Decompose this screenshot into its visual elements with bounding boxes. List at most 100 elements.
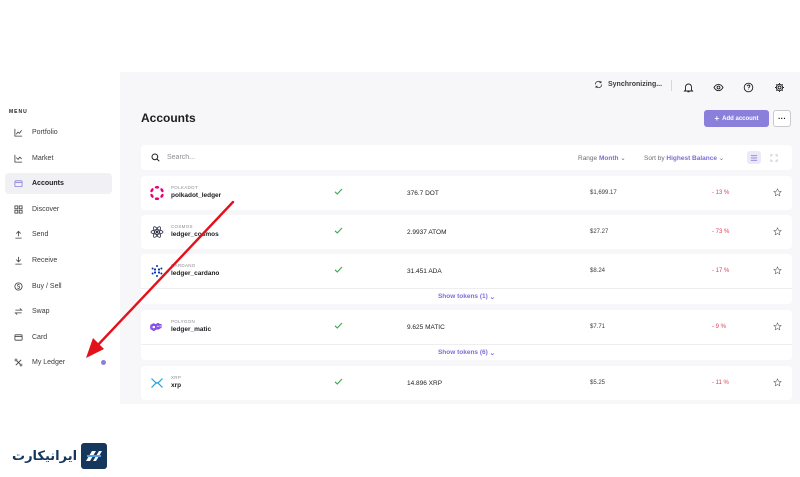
sidebar-item-label: Card [32,333,48,341]
account-ticker: POLYGON [171,319,196,324]
account-row-polkadot[interactable]: POLKADOT polkadot_ledger 376.7 DOT $1,69… [141,176,792,210]
polkadot-icon [149,185,165,201]
bell-icon[interactable] [683,80,694,93]
account-row-polygon[interactable]: POLYGON ledger_matic 9.625 MATIC $7.71 -… [141,310,792,344]
sidebar-item-label: Accounts [32,180,64,188]
card-icon [13,332,23,342]
sidebar-item-buy-sell[interactable]: Buy / Sell [5,276,112,297]
account-fiat-value: $1,699.17 [590,190,617,196]
sidebar-item-swap[interactable]: Swap [5,301,112,322]
account-row-xrp[interactable]: XRP xrp 14.896 XRP $5.25 - 11 % [141,366,792,400]
show-tokens-label: Show tokens (1) [437,293,488,300]
watermark-text: ایرانیکارت [12,448,78,464]
synced-check-icon [334,227,343,234]
account-ticker: POLKADOT [171,185,198,190]
watermark-logo: ایرانیکارت [12,443,108,469]
sidebar-item-label: Swap [32,308,50,316]
star-icon[interactable] [773,322,782,331]
sidebar-item-portfolio[interactable]: Portfolio [5,122,112,143]
settings-icon[interactable] [774,80,785,92]
account-fiat-value: $27.27 [590,229,609,235]
sidebar-item-market[interactable]: Market [5,148,112,169]
sync-status[interactable]: Synchronizing... [594,80,662,89]
range-filter[interactable]: Range Month ⌄ [578,154,626,162]
sidebar-nav: Portfolio Market Accounts Discover Send … [5,122,112,378]
chart-line-icon [13,128,23,138]
range-value: Month [598,155,619,162]
sidebar-item-label: Send [32,231,49,239]
synced-check-icon [334,188,343,195]
sort-filter[interactable]: Sort by Highest Balance ⌄ [644,154,724,162]
sidebar-item-label: Receive [32,256,58,264]
account-name: ledger_cosmos [171,231,219,238]
chevron-down-icon: ⌄ [620,155,626,162]
notification-dot [101,360,106,366]
star-icon[interactable] [773,378,782,387]
top-bar: Synchronizing... [120,72,800,100]
account-fiat-value: $7.71 [590,324,606,330]
account-balance: 376.7 DOT [407,190,439,197]
more-options-button[interactable]: ··· [773,110,791,127]
trend-icon [13,153,23,163]
help-icon[interactable] [743,80,754,93]
star-icon[interactable] [773,188,782,197]
search-icon [151,153,160,162]
sidebar-item-my-ledger[interactable]: My Ledger [5,352,112,373]
search-input[interactable] [167,151,367,164]
eye-icon[interactable] [713,80,724,92]
dollar-circle-icon [13,281,23,291]
main-content: Synchronizing... Accounts + Add account … [120,72,800,404]
account-fiat-value: $8.24 [590,268,606,274]
show-tokens-button[interactable]: Show tokens (6) ⌄ [141,344,792,360]
sidebar-item-label: Discover [32,205,60,213]
grid-view-button[interactable] [767,151,781,164]
sidebar-item-discover[interactable]: Discover [5,199,112,220]
page-title: Accounts [141,111,196,125]
account-row-cosmos[interactable]: COSMOS ledger_cosmos 2.9937 ATOM $27.27 … [141,215,792,249]
account-name: polkadot_ledger [171,192,222,199]
account-ticker: CARDANO [171,263,196,268]
sort-label: Sort by [644,155,665,162]
synced-check-icon [334,378,343,385]
sort-value: Highest Balance [666,155,717,162]
synced-check-icon [334,322,343,329]
sidebar-item-label: Market [32,154,54,162]
chevron-down-icon: ⌄ [487,293,496,301]
account-fiat-value: $5.25 [590,380,606,386]
account-change: - 73 % [712,229,730,235]
ledger-live-window: MENU Portfolio Market Accounts Discover … [0,0,800,477]
xrp-icon [149,375,165,391]
show-tokens-button[interactable]: Show tokens (1) ⌄ [141,288,792,304]
arrow-down-icon [13,255,23,265]
account-name: xrp [171,382,182,389]
menu-title: MENU [9,109,28,115]
add-account-button[interactable]: + Add account [704,110,769,127]
sidebar-item-send[interactable]: Send [5,224,112,245]
wallet-icon [13,179,23,189]
account-name: ledger_cardano [171,270,220,277]
account-balance: 14.896 XRP [407,380,443,387]
list-view-button[interactable] [747,151,761,164]
account-change: - 9 % [712,324,727,330]
account-row-cardano[interactable]: CARDANO ledger_cardano 31.451 ADA $8.24 … [141,254,792,288]
grid-icon [13,204,23,214]
expand-icon [770,154,778,161]
star-icon[interactable] [773,227,782,236]
sidebar-item-accounts[interactable]: Accounts [5,173,112,195]
plus-icon: + [714,114,720,123]
sidebar-item-card[interactable]: Card [5,327,112,348]
account-name: ledger_matic [171,326,212,333]
sidebar-item-receive[interactable]: Receive [5,250,112,271]
account-balance: 9.625 MATIC [407,324,445,331]
cosmos-icon [149,224,165,240]
sync-label: Synchronizing... [608,81,663,88]
sidebar: MENU Portfolio Market Accounts Discover … [0,72,120,404]
account-ticker: XRP [171,375,182,380]
account-balance: 2.9937 ATOM [407,229,447,236]
list-icon [750,154,758,161]
logo-icon [81,443,108,469]
ledger-device-icon [13,358,23,368]
account-change: - 11 % [712,380,729,386]
show-tokens-label: Show tokens (6) [437,349,488,356]
star-icon[interactable] [773,266,782,275]
